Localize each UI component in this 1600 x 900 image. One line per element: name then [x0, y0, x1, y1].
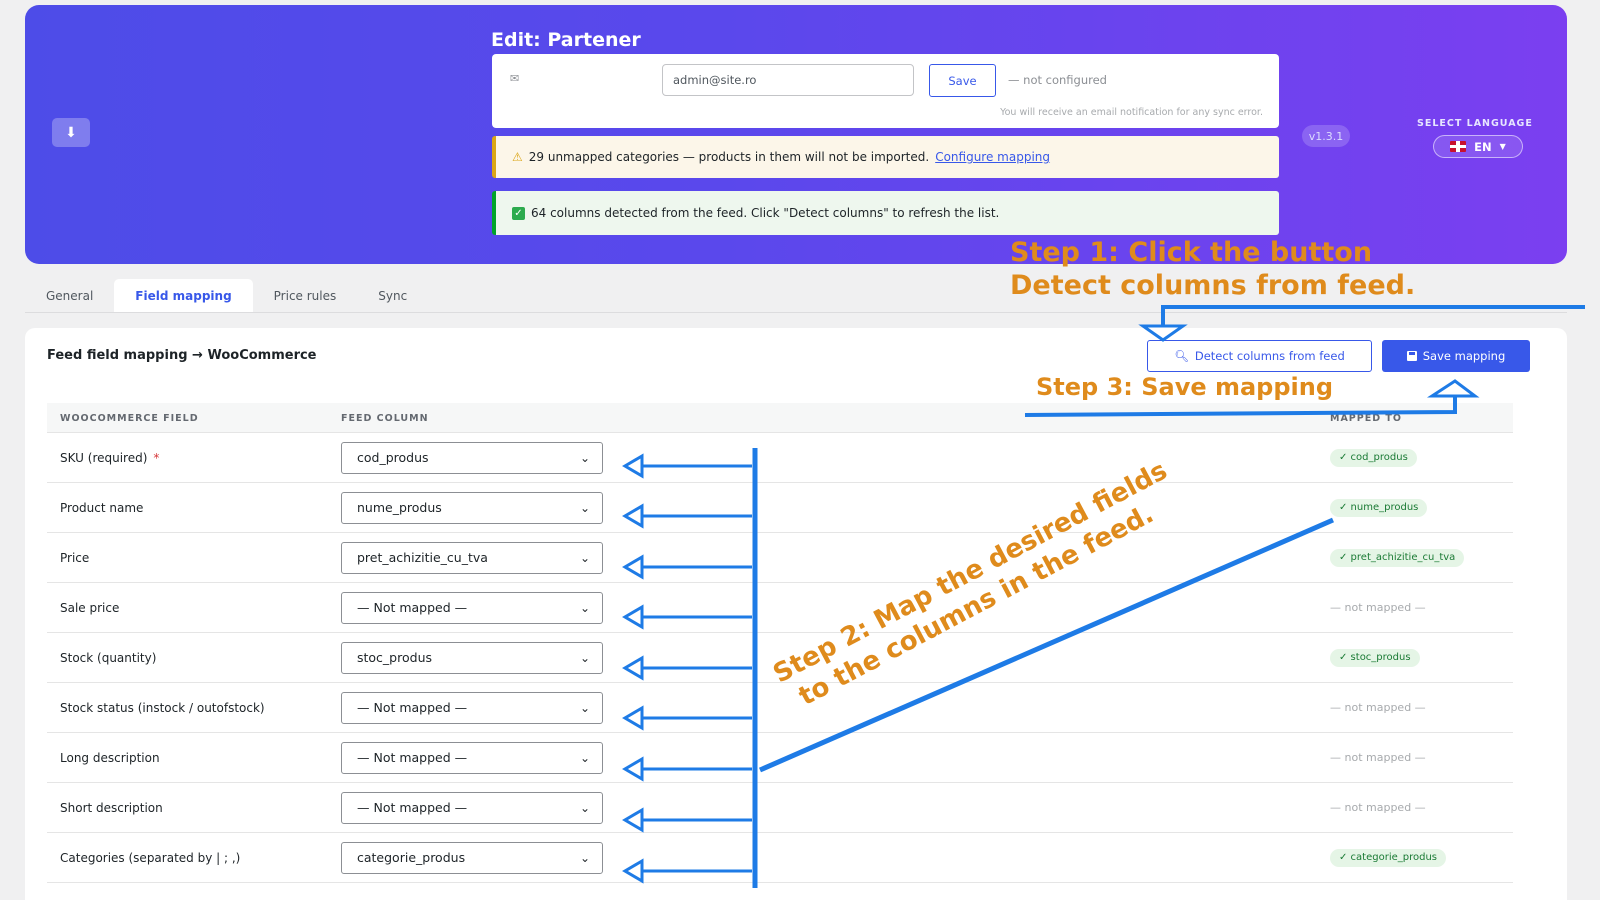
- not-mapped-text: — not mapped —: [1330, 801, 1426, 814]
- mapped-badge: ✓ pret_achizitie_cu_tva: [1330, 549, 1465, 567]
- column-header-woocommerce-field: WOOCOMMERCE FIELD: [60, 413, 199, 424]
- field-label: SKU (required) *: [60, 451, 160, 465]
- step3-annotation: Step 3: Save mapping: [1036, 373, 1334, 401]
- mapped-badge: ✓ nume_produs: [1330, 499, 1428, 517]
- step1-line2: Detect columns from feed.: [1010, 270, 1416, 301]
- save-mapping-button[interactable]: Save mapping: [1382, 340, 1530, 372]
- plugin-header: ⬇ Edit: Partener ✉ admin@site.ro Save — …: [25, 5, 1567, 264]
- chevron-down-icon: ⌄: [579, 701, 590, 715]
- download-button[interactable]: ⬇: [52, 118, 90, 147]
- mapping-table-header: WOOCOMMERCE FIELD FEED COLUMN MAPPED TO: [47, 403, 1513, 433]
- chevron-down-icon: ⌄: [579, 751, 590, 765]
- field-label: Product name: [60, 501, 144, 515]
- envelope-icon: ✉: [510, 72, 520, 85]
- feed-column-select[interactable]: nume_produs ⌄: [341, 492, 603, 524]
- tab-price-rules[interactable]: Price rules: [253, 279, 358, 313]
- card-title: Feed field mapping → WooCommerce: [47, 348, 317, 363]
- email-note: You will receive an email notification f…: [1000, 107, 1263, 118]
- tab-divider: [25, 312, 1567, 313]
- chevron-down-icon: ⌄: [579, 551, 590, 565]
- chevron-down-icon: ⌄: [579, 501, 590, 515]
- email-save-button[interactable]: Save: [929, 64, 996, 97]
- unmapped-categories-notice: ⚠ 29 unmapped categories — products in t…: [492, 136, 1279, 178]
- feed-column-select[interactable]: — Not mapped — ⌄: [341, 592, 603, 624]
- mapped-badge: ✓ cod_produs: [1330, 449, 1417, 467]
- search-icon: 🔍︎: [1174, 349, 1189, 363]
- field-label: Price: [60, 551, 90, 565]
- page-title: Edit: Partener: [491, 29, 641, 51]
- detect-columns-button[interactable]: 🔍︎ Detect columns from feed: [1147, 340, 1372, 372]
- not-mapped-text: — not mapped —: [1330, 751, 1426, 764]
- warning-text: 29 unmapped categories — products in the…: [528, 150, 930, 164]
- field-label: Long description: [60, 751, 160, 765]
- table-row: Categories (separated by | ; ,) categori…: [47, 833, 1513, 883]
- not-mapped-text: — not mapped —: [1330, 701, 1426, 714]
- language-label: SELECT LANGUAGE: [1417, 118, 1533, 129]
- version-badge: v1.3.1: [1302, 125, 1350, 147]
- field-label: Short description: [60, 801, 163, 815]
- language-value: EN: [1474, 139, 1492, 154]
- uk-flag-icon: [1450, 141, 1467, 152]
- tab-sync[interactable]: Sync: [357, 279, 428, 313]
- email-field[interactable]: admin@site.ro: [662, 64, 914, 96]
- mapped-badge: ✓ categorie_produs: [1330, 849, 1447, 867]
- feed-column-select[interactable]: — Not mapped — ⌄: [341, 742, 603, 774]
- mapped-badge: ✓ stoc_produs: [1330, 649, 1420, 667]
- field-label: Stock (quantity): [60, 651, 157, 665]
- success-text: 64 columns detected from the feed. Click…: [531, 206, 1000, 220]
- language-select[interactable]: EN ▼: [1433, 135, 1523, 158]
- chevron-down-icon: ⌄: [579, 651, 590, 665]
- step1-line1: Step 1: Click the button: [1010, 237, 1373, 268]
- chevron-down-icon: ⌄: [579, 801, 590, 815]
- table-row: Sale price — Not mapped — ⌄ — not mapped …: [47, 583, 1513, 633]
- table-row: Long description — Not mapped — ⌄ — not m…: [47, 733, 1513, 783]
- checkbox-icon: ✓: [512, 206, 525, 220]
- feed-column-select[interactable]: — Not mapped — ⌄: [341, 792, 603, 824]
- table-row: Short description — Not mapped — ⌄ — not …: [47, 783, 1513, 833]
- table-row: Stock status (instock / outofstock) — No…: [47, 683, 1513, 733]
- feed-column-select[interactable]: — Not mapped — ⌄: [341, 692, 603, 724]
- feed-column-select[interactable]: cod_produs ⌄: [341, 442, 603, 474]
- column-header-feed-column: FEED COLUMN: [341, 413, 429, 424]
- chevron-down-icon: ⌄: [579, 451, 590, 465]
- column-header-mapped-to: MAPPED TO: [1330, 413, 1402, 424]
- configure-mapping-link[interactable]: Configure mapping: [935, 150, 1050, 164]
- feed-column-select[interactable]: categorie_produs ⌄: [341, 842, 603, 874]
- floppy-icon: [1406, 351, 1417, 361]
- not-mapped-text: — not mapped —: [1330, 601, 1426, 614]
- feed-column-select[interactable]: pret_achizitie_cu_tva ⌄: [341, 542, 603, 574]
- columns-detected-notice: ✓ 64 columns detected from the feed. Cli…: [492, 191, 1279, 235]
- field-label: Categories (separated by | ; ,): [60, 851, 241, 865]
- download-icon: ⬇: [65, 124, 77, 141]
- step1-annotation: Step 1: Click the button Detect columns …: [1010, 236, 1415, 302]
- caret-down-icon: ▼: [1499, 142, 1506, 151]
- field-label: Stock status (instock / outofstock): [60, 701, 265, 715]
- chevron-down-icon: ⌄: [579, 601, 590, 615]
- email-notification-panel: ✉ admin@site.ro Save — not configured Yo…: [492, 54, 1279, 128]
- table-row: Price pret_achizitie_cu_tva ⌄ ✓ pret_achi…: [47, 533, 1513, 583]
- warning-icon: ⚠: [512, 150, 523, 164]
- required-marker: *: [153, 451, 160, 465]
- email-status: — not configured: [1008, 73, 1107, 87]
- settings-tabs: General Field mapping Price rules Sync: [25, 279, 428, 313]
- save-mapping-label: Save mapping: [1422, 349, 1506, 363]
- tab-field-mapping[interactable]: Field mapping: [114, 279, 253, 313]
- table-row: Product name nume_produs ⌄ ✓ nume_produs: [47, 483, 1513, 533]
- tab-general[interactable]: General: [25, 279, 114, 313]
- detect-columns-label: Detect columns from feed: [1194, 349, 1345, 363]
- field-label: Sale price: [60, 601, 120, 615]
- feed-column-select[interactable]: stoc_produs ⌄: [341, 642, 603, 674]
- table-row: SKU (required) * cod_produs ⌄ ✓ cod_produs: [47, 433, 1513, 483]
- chevron-down-icon: ⌄: [579, 851, 590, 865]
